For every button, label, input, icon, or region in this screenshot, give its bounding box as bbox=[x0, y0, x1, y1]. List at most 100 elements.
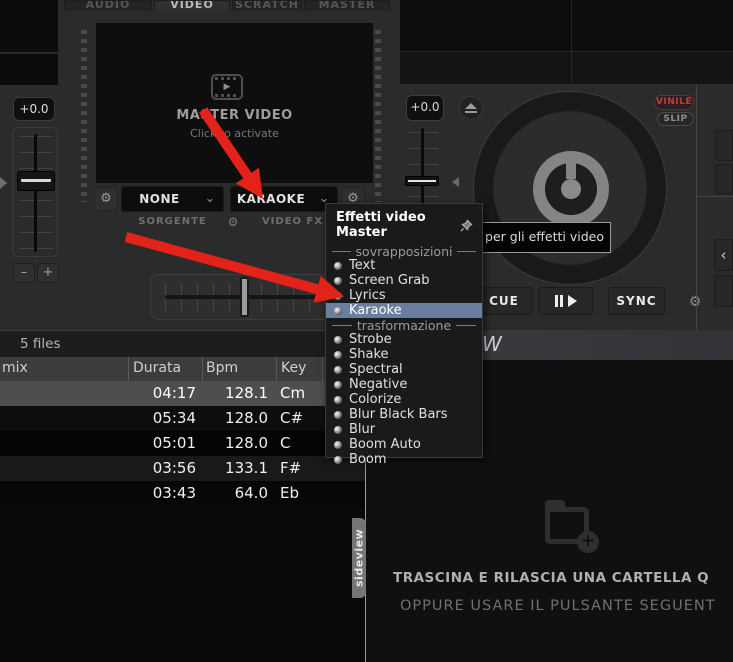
eject-button[interactable] bbox=[459, 96, 483, 120]
menu-item-shake[interactable]: Shake bbox=[326, 347, 482, 362]
video-transition-slider[interactable] bbox=[150, 274, 340, 320]
fx-menu-header: Effetti video Master bbox=[326, 204, 482, 244]
menu-item-negative[interactable]: Negative bbox=[326, 377, 482, 392]
slip-badge[interactable]: SLIP bbox=[657, 112, 694, 126]
sync-button[interactable]: SYNC bbox=[608, 287, 665, 315]
fx-menu-title: Effetti video Master bbox=[336, 210, 460, 240]
column-header-mix[interactable]: mix bbox=[0, 357, 128, 381]
bullet-icon bbox=[334, 456, 342, 464]
bullet-icon bbox=[334, 277, 342, 285]
left-pitch-display: +0.0 bbox=[13, 97, 55, 121]
video-fx-dropdown[interactable]: KARAOKE ⌄ bbox=[230, 186, 338, 212]
folder-add-icon: + bbox=[545, 500, 599, 552]
menu-item-spectral[interactable]: Spectral bbox=[326, 362, 482, 377]
preview-subtitle: Click to activate bbox=[96, 127, 373, 140]
column-header-bpm[interactable]: Bpm bbox=[202, 357, 276, 381]
play-pause-button[interactable] bbox=[538, 287, 593, 315]
divider bbox=[697, 196, 733, 197]
menu-item-blur-black-bars[interactable]: Blur Black Bars bbox=[326, 407, 482, 422]
bullet-icon bbox=[334, 292, 342, 300]
video-source-dropdown[interactable]: NONE ⌄ bbox=[121, 186, 224, 212]
menu-item-text[interactable]: Text bbox=[326, 258, 482, 273]
bullet-icon bbox=[334, 426, 342, 434]
tab-video[interactable]: VIDEO bbox=[154, 0, 230, 11]
slider-handle[interactable] bbox=[240, 277, 249, 317]
table-row[interactable]: 04:17128.1Cm bbox=[0, 381, 365, 406]
bullet-icon bbox=[334, 381, 342, 389]
left-pitch-slider[interactable] bbox=[12, 127, 58, 257]
column-header-durata[interactable]: Durata bbox=[128, 357, 202, 381]
bullet-icon bbox=[334, 336, 342, 344]
file-count-bar: 5 files bbox=[0, 330, 365, 357]
column-header-key[interactable]: Key bbox=[276, 357, 322, 381]
fx-dropdown-value: KARAOKE bbox=[231, 192, 311, 206]
menu-item-boom-auto[interactable]: Boom Auto bbox=[326, 437, 482, 452]
left-edge-marker-icon bbox=[0, 177, 7, 189]
divider bbox=[696, 85, 697, 330]
file-list-panel: 5 files mix Durata Bpm Key 04:17128.1Cm … bbox=[0, 330, 365, 662]
jog-wheel[interactable] bbox=[473, 91, 667, 285]
chevron-down-icon[interactable]: ⌄ bbox=[197, 194, 223, 204]
pitch-plus-button[interactable]: + bbox=[37, 263, 59, 283]
pin-icon[interactable] bbox=[460, 219, 473, 232]
menu-section-separator: sovrapposizioni bbox=[326, 244, 482, 258]
table-header: mix Durata Bpm Key bbox=[0, 357, 365, 381]
video-film-icon: ▶ bbox=[211, 74, 243, 100]
master-video-preview[interactable]: ▶ MASTER VIDEO Click to activate bbox=[96, 23, 373, 183]
slider-track bbox=[34, 134, 37, 252]
chevron-left-icon: ‹ bbox=[721, 246, 727, 264]
collapse-panel-button[interactable]: ‹ bbox=[714, 239, 733, 271]
menu-section-separator: trasformazione bbox=[326, 318, 482, 332]
menu-item-colorize[interactable]: Colorize bbox=[326, 392, 482, 407]
preview-title: MASTER VIDEO bbox=[96, 108, 373, 123]
fx-menu: Effetti video Master sovrapposizioni Tex… bbox=[325, 203, 483, 458]
play-icon: ▶ bbox=[213, 82, 241, 92]
divider bbox=[0, 52, 58, 54]
filmstrip-right-decoration bbox=[375, 30, 381, 202]
pitch-marker-icon bbox=[452, 177, 459, 187]
source-dropdown-value: NONE bbox=[122, 192, 197, 206]
right-edge-button[interactable] bbox=[715, 164, 733, 194]
table-row[interactable]: 05:34128.0C# bbox=[0, 406, 365, 431]
menu-item-strobe[interactable]: Strobe bbox=[326, 332, 482, 347]
bullet-icon bbox=[334, 441, 342, 449]
gear-icon[interactable]: ⚙ bbox=[687, 294, 703, 310]
source-settings-button[interactable]: ⚙ bbox=[94, 187, 118, 211]
app-window: +0.0 – + AUDIO VIDEO SCRATCH MASTER ▶ MA… bbox=[0, 0, 733, 662]
pitch-minus-button[interactable]: – bbox=[13, 263, 35, 283]
bullet-icon bbox=[334, 396, 342, 404]
filmstrip-left-decoration bbox=[81, 30, 87, 202]
menu-item-boom[interactable]: Boom bbox=[326, 452, 482, 467]
waveform-display bbox=[400, 0, 733, 84]
play-icon bbox=[568, 295, 577, 307]
vinile-badge[interactable]: VINILE bbox=[654, 95, 694, 110]
menu-item-lyrics[interactable]: Lyrics bbox=[326, 288, 482, 303]
bullet-icon bbox=[334, 262, 342, 270]
gear-icon: ⚙ bbox=[100, 191, 112, 206]
plus-icon: + bbox=[577, 531, 599, 553]
drop-zone-subtitle: OPPURE USARE IL PULSANTE SEGUENT bbox=[400, 598, 716, 614]
bullet-icon bbox=[334, 411, 342, 419]
right-pitch-display: +0.0 bbox=[406, 95, 444, 121]
gear-icon[interactable]: ⚙ bbox=[225, 215, 241, 229]
slider-handle[interactable] bbox=[17, 171, 55, 191]
tab-scratch[interactable]: SCRATCH bbox=[232, 0, 302, 11]
menu-item-blur[interactable]: Blur bbox=[326, 422, 482, 437]
menu-item-screen-grab[interactable]: Screen Grab bbox=[326, 273, 482, 288]
tab-master[interactable]: MASTER bbox=[304, 0, 390, 11]
sideview-tab[interactable]: sideview bbox=[352, 518, 366, 598]
cue-button[interactable]: CUE bbox=[475, 287, 533, 315]
drop-zone-title: TRASCINA E RILASCIA UNA CARTELLA Q bbox=[393, 570, 709, 586]
table-row[interactable]: 05:01128.0C bbox=[0, 431, 365, 456]
eject-icon bbox=[465, 103, 477, 109]
table-row[interactable]: 03:56133.1F# bbox=[0, 456, 365, 481]
pause-icon bbox=[555, 295, 558, 307]
tab-audio[interactable]: AUDIO bbox=[64, 0, 152, 11]
table-row[interactable]: 03:4364.0Eb bbox=[0, 481, 365, 506]
source-label: SORGENTE bbox=[121, 216, 224, 227]
right-edge-button[interactable] bbox=[714, 275, 733, 307]
right-edge-button[interactable] bbox=[715, 130, 733, 161]
menu-item-karaoke[interactable]: Karaoke bbox=[326, 303, 482, 318]
bullet-icon bbox=[334, 307, 342, 315]
right-pitch-handle[interactable] bbox=[405, 176, 439, 186]
